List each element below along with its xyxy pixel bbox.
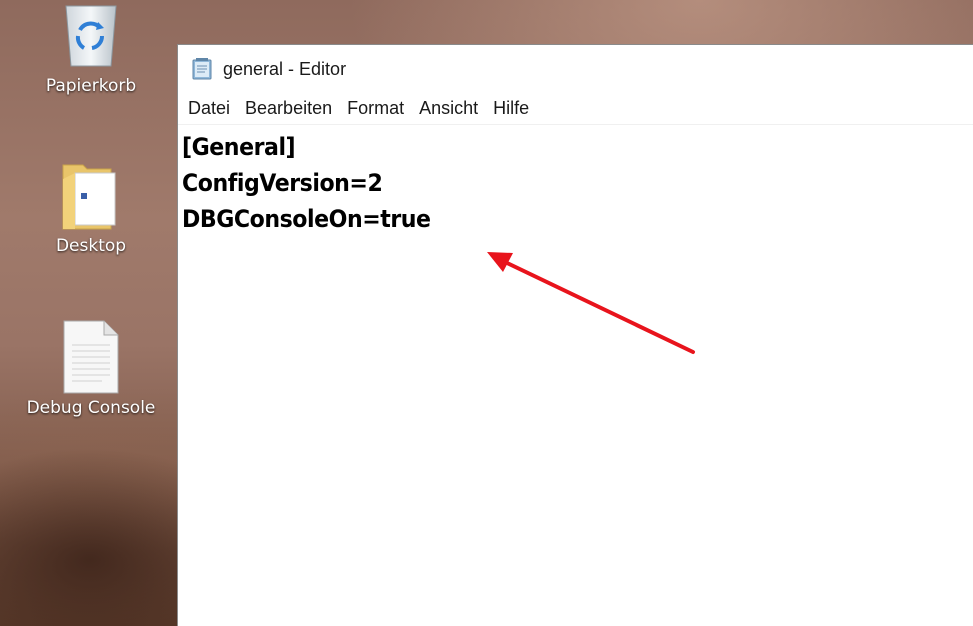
folder-icon <box>56 160 126 230</box>
menu-ansicht[interactable]: Ansicht <box>413 94 487 123</box>
desktop-icon-recycle-bin[interactable]: Papierkorb <box>16 0 166 96</box>
title-bar[interactable]: general - Editor <box>178 45 973 93</box>
menu-format[interactable]: Format <box>341 94 413 123</box>
text-file-icon <box>56 320 126 394</box>
text-line: DBGConsoleOn=true <box>182 205 431 233</box>
editor-window: general - Editor Datei Bearbeiten Format… <box>177 44 973 626</box>
desktop-icon-label: Papierkorb <box>45 76 137 96</box>
desktop-icon-label: Debug Console <box>26 398 156 418</box>
text-line: [General] <box>182 133 296 161</box>
menu-bar: Datei Bearbeiten Format Ansicht Hilfe <box>178 93 973 125</box>
desktop-icon-debug-console[interactable]: Debug Console <box>16 320 166 418</box>
recycle-bin-icon <box>56 0 126 70</box>
editor-text-area[interactable]: [General] ConfigVersion=2 DBGConsoleOn=t… <box>182 129 973 626</box>
desktop-icon-label: Desktop <box>55 236 127 256</box>
menu-bearbeiten[interactable]: Bearbeiten <box>239 94 341 123</box>
text-line: ConfigVersion=2 <box>182 169 383 197</box>
menu-datei[interactable]: Datei <box>182 94 239 123</box>
notepad-icon <box>190 57 214 81</box>
window-title: general - Editor <box>223 58 347 79</box>
menu-hilfe[interactable]: Hilfe <box>487 94 538 123</box>
desktop-icon-desktop[interactable]: Desktop <box>16 160 166 256</box>
